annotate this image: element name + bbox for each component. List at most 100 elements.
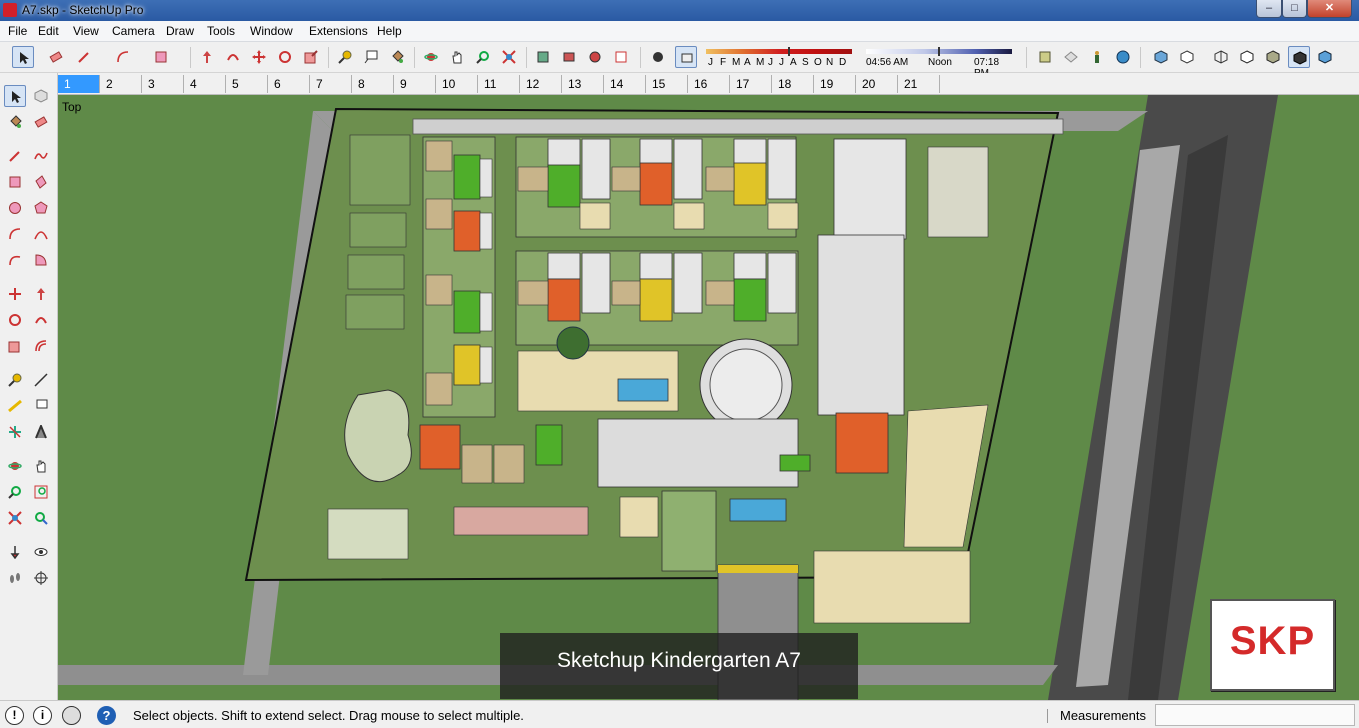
line-tool[interactable] xyxy=(4,145,26,167)
menu-view[interactable]: View xyxy=(73,24,99,38)
scene-tab-15[interactable]: 15 xyxy=(646,75,688,93)
look-around-tool[interactable] xyxy=(30,541,52,563)
push-pull-tool-button[interactable] xyxy=(196,46,218,68)
paint-bucket-tool[interactable] xyxy=(4,111,26,133)
orbit-tool[interactable] xyxy=(4,455,26,477)
walk-tool-button[interactable] xyxy=(1086,46,1108,68)
zoom-extents-tool[interactable] xyxy=(4,507,26,529)
section-fill-button[interactable] xyxy=(1060,46,1082,68)
scene-tab-2[interactable]: 2 xyxy=(100,75,142,93)
model-viewport[interactable]: Top Sketchup Kindergarten A7 SKP xyxy=(58,95,1359,700)
zoom-tool[interactable] xyxy=(4,481,26,503)
arc-tool[interactable] xyxy=(4,223,26,245)
time-slider-thumb[interactable] xyxy=(938,47,940,56)
tape-measure-tool-button[interactable] xyxy=(334,46,356,68)
section-plane-tool[interactable] xyxy=(30,567,52,589)
scene-tab-16[interactable]: 16 xyxy=(688,75,730,93)
rotated-rectangle-tool[interactable] xyxy=(30,171,52,193)
circle-tool[interactable] xyxy=(4,197,26,219)
move-tool-button[interactable] xyxy=(248,46,270,68)
wireframe-style-button[interactable] xyxy=(1210,46,1232,68)
follow-me-tool[interactable] xyxy=(30,309,52,331)
eraser-tool-button[interactable] xyxy=(45,46,67,68)
arc-tool-button[interactable] xyxy=(112,46,134,68)
shadow-month-slider[interactable]: J F M A M J J A S O N D xyxy=(706,46,852,68)
zoom-tool-button[interactable] xyxy=(472,46,494,68)
three-point-arc-tool[interactable] xyxy=(4,249,26,271)
3d-text-tool[interactable] xyxy=(30,421,52,443)
scene-tab-13[interactable]: 13 xyxy=(562,75,604,93)
offset-tool[interactable] xyxy=(30,335,52,357)
scene-tab-20[interactable]: 20 xyxy=(856,75,898,93)
walk-tool[interactable] xyxy=(4,567,26,589)
axes-tool[interactable] xyxy=(4,421,26,443)
zoom-extents-tool-button[interactable] xyxy=(498,46,520,68)
menu-file[interactable]: File xyxy=(8,24,27,38)
scene-tab-21[interactable]: 21 xyxy=(898,75,940,93)
protractor-tool[interactable] xyxy=(4,395,26,417)
scene-tab-1[interactable]: 1 xyxy=(58,75,100,93)
scene-tab-18[interactable]: 18 xyxy=(772,75,814,93)
follow-me-tool-button[interactable] xyxy=(222,46,244,68)
monochrome-style-button[interactable] xyxy=(1314,46,1336,68)
close-button[interactable]: ✕ xyxy=(1307,0,1352,18)
3d-warehouse-button[interactable] xyxy=(532,46,554,68)
scene-tab-5[interactable]: 5 xyxy=(226,75,268,93)
previous-view-tool[interactable] xyxy=(30,507,52,529)
make-component-tool[interactable] xyxy=(30,85,52,107)
select-tool-button[interactable] xyxy=(12,46,34,68)
orbit-tool-button[interactable] xyxy=(420,46,442,68)
text-tool-button[interactable] xyxy=(360,46,382,68)
scene-tab-17[interactable]: 17 xyxy=(730,75,772,93)
polygon-tool[interactable] xyxy=(30,197,52,219)
line-tool-button[interactable] xyxy=(73,46,95,68)
user-account-icon[interactable] xyxy=(62,706,81,725)
section-plane-button[interactable] xyxy=(1034,46,1056,68)
scene-tab-12[interactable]: 12 xyxy=(520,75,562,93)
display-shadows-button[interactable] xyxy=(647,46,669,68)
geo-location-status-icon[interactable]: ! xyxy=(5,706,24,725)
menu-extensions[interactable]: Extensions xyxy=(309,24,368,38)
select-tool[interactable] xyxy=(4,85,26,107)
two-point-arc-tool[interactable] xyxy=(30,223,52,245)
shaded-style-button[interactable] xyxy=(1262,46,1284,68)
credits-info-icon[interactable]: i xyxy=(33,706,52,725)
shape-tool-button[interactable] xyxy=(150,46,172,68)
rotate-tool[interactable] xyxy=(4,309,26,331)
measurements-input[interactable] xyxy=(1155,704,1355,726)
scene-tab-6[interactable]: 6 xyxy=(268,75,310,93)
menu-camera[interactable]: Camera xyxy=(112,24,155,38)
scene-tab-14[interactable]: 14 xyxy=(604,75,646,93)
scene-tab-9[interactable]: 9 xyxy=(394,75,436,93)
display-fog-button[interactable] xyxy=(675,46,697,68)
shadow-time-slider[interactable]: 04:56 AM Noon 07:18 PM xyxy=(864,46,1016,79)
xray-style-button[interactable] xyxy=(1150,46,1172,68)
scene-tab-19[interactable]: 19 xyxy=(814,75,856,93)
scale-tool[interactable] xyxy=(4,335,26,357)
scene-tab-11[interactable]: 11 xyxy=(478,75,520,93)
zoom-window-tool[interactable] xyxy=(30,481,52,503)
shaded-textures-style-button[interactable] xyxy=(1288,46,1310,68)
sketchup-app-icon[interactable] xyxy=(3,3,17,17)
scene-tab-4[interactable]: 4 xyxy=(184,75,226,93)
scene-tab-10[interactable]: 10 xyxy=(436,75,478,93)
rotate-tool-button[interactable] xyxy=(274,46,296,68)
pan-tool-button[interactable] xyxy=(446,46,468,68)
scene-tab-8[interactable]: 8 xyxy=(352,75,394,93)
back-edges-style-button[interactable] xyxy=(1176,46,1198,68)
menu-draw[interactable]: Draw xyxy=(166,24,194,38)
menu-tools[interactable]: Tools xyxy=(207,24,235,38)
move-tool[interactable] xyxy=(4,283,26,305)
month-slider-thumb[interactable] xyxy=(788,47,790,56)
eraser-tool[interactable] xyxy=(30,111,52,133)
tape-measure-tool[interactable] xyxy=(4,369,26,391)
minimize-button[interactable]: – xyxy=(1256,0,1282,18)
menu-help[interactable]: Help xyxy=(377,24,402,38)
scene-tab-3[interactable]: 3 xyxy=(142,75,184,93)
text-tool[interactable] xyxy=(30,395,52,417)
share-model-button[interactable] xyxy=(558,46,580,68)
push-pull-tool[interactable] xyxy=(30,283,52,305)
dimension-tool[interactable] xyxy=(30,369,52,391)
instructor-help-icon[interactable]: ? xyxy=(97,706,116,725)
rectangle-tool[interactable] xyxy=(4,171,26,193)
